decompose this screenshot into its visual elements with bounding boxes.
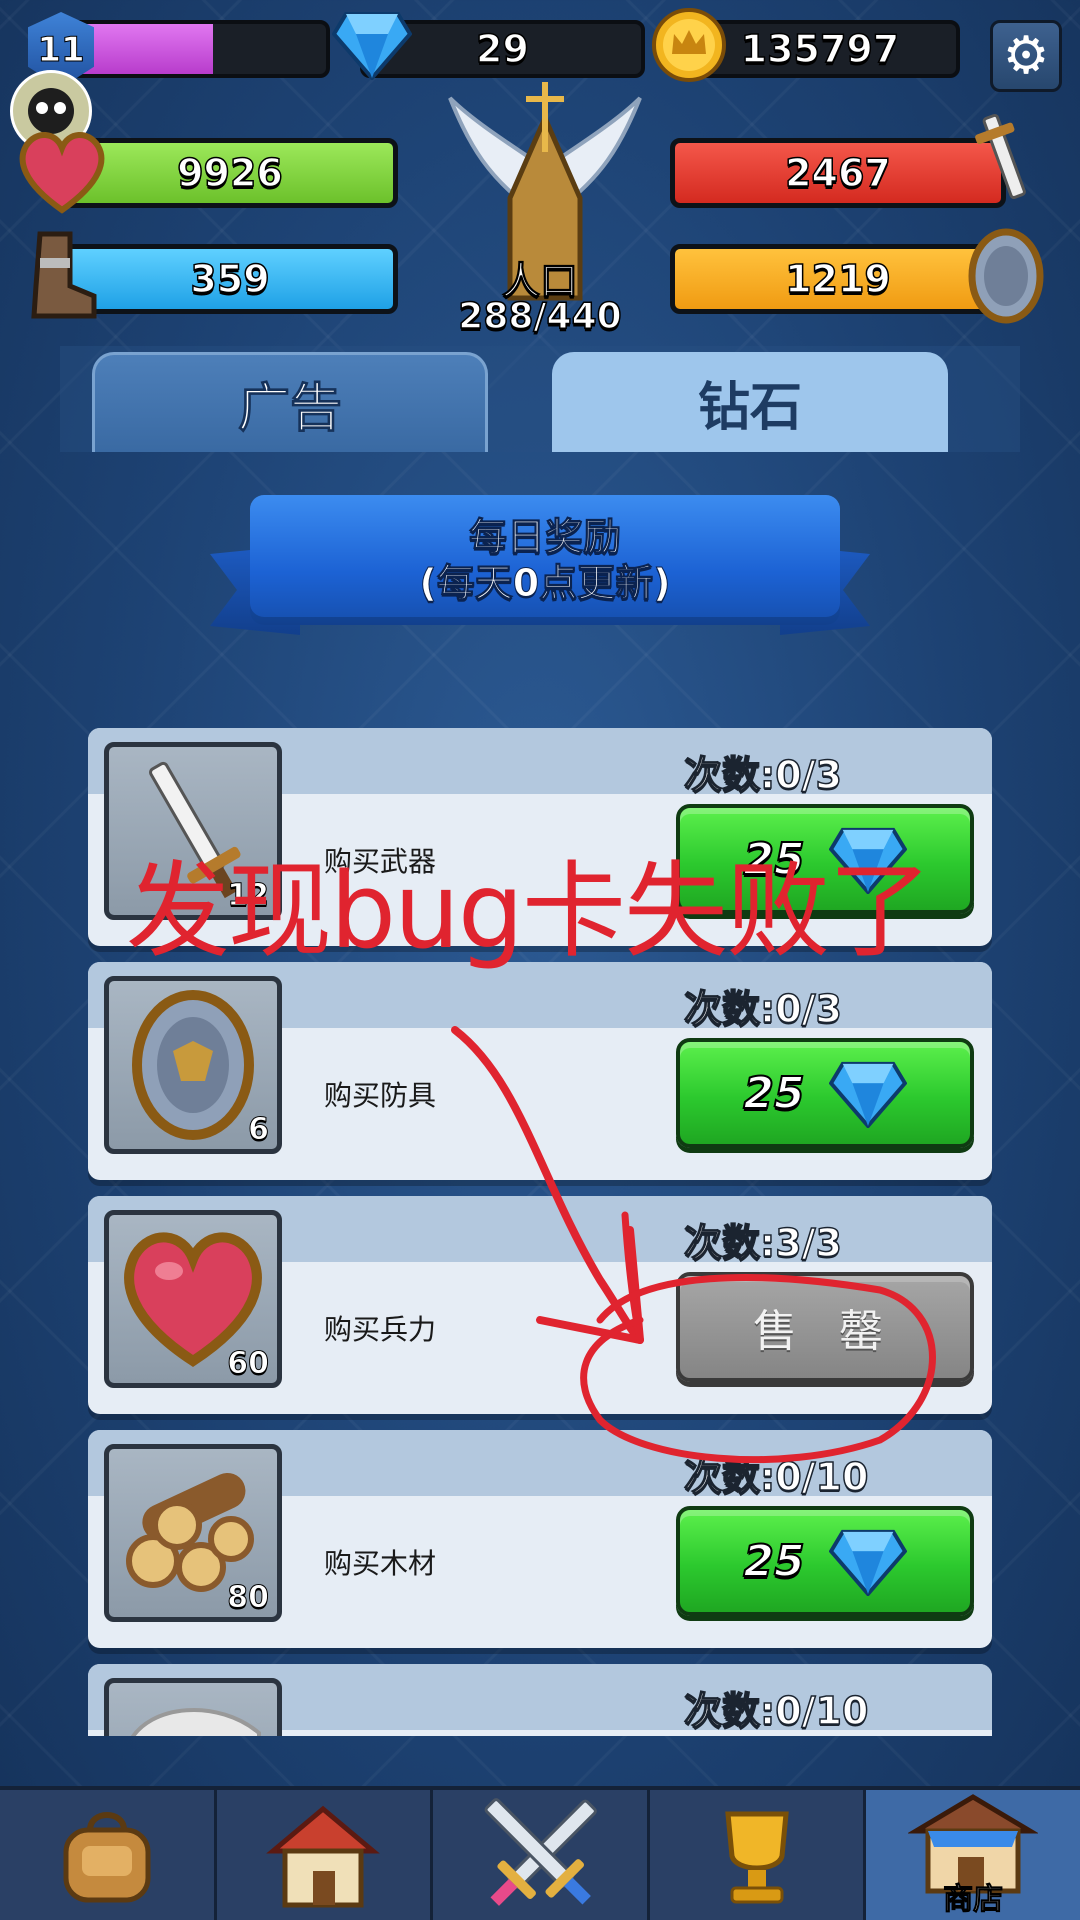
armor-purchase-count: 次数:0/3 bbox=[683, 986, 842, 1032]
sold-out-button[interactable]: 售 罄 bbox=[676, 1272, 974, 1382]
troops-purchase-count: 次数:3/3 bbox=[683, 1220, 842, 1266]
troops-name: 购买兵力 bbox=[324, 1313, 437, 1346]
troops-value: 359 bbox=[190, 256, 271, 302]
gold-crown-icon bbox=[652, 8, 726, 82]
xp-bar-fill bbox=[74, 24, 213, 74]
settings-button[interactable]: ⚙ bbox=[990, 20, 1062, 92]
stone-purchase-count: 次数:0/10 bbox=[683, 1688, 869, 1734]
gear-icon: ⚙ bbox=[1002, 26, 1050, 86]
banner-title: 每日奖励 bbox=[468, 515, 621, 560]
wood-purchase-count: 次数:0/10 bbox=[683, 1454, 869, 1500]
gem-icon bbox=[828, 1061, 907, 1128]
gem-icon bbox=[332, 12, 412, 80]
nav-buildings[interactable] bbox=[217, 1790, 434, 1920]
shop-row-wood: 80 购买木材 次数:0/10 25 bbox=[88, 1430, 992, 1648]
attack-bar: 2467 bbox=[670, 138, 1006, 208]
shield-icon bbox=[968, 228, 1044, 324]
xp-bar bbox=[70, 20, 330, 78]
troops-thumb-count: 60 bbox=[227, 1346, 270, 1382]
crossed-swords-icon bbox=[484, 1798, 597, 1906]
nav-battle[interactable] bbox=[433, 1790, 650, 1920]
defense-bar: 1219 bbox=[670, 244, 1006, 314]
level-value: 11 bbox=[37, 30, 85, 71]
gem-icon bbox=[828, 1529, 907, 1596]
gems-value: 29 bbox=[475, 26, 529, 72]
troops-bar: 359 bbox=[62, 244, 398, 314]
nav-rankings[interactable] bbox=[650, 1790, 867, 1920]
defense-value: 1219 bbox=[784, 256, 891, 302]
armor-thumb: 6 bbox=[104, 976, 282, 1154]
heart-icon bbox=[19, 132, 105, 214]
stone-thumb bbox=[104, 1678, 282, 1736]
house-icon bbox=[266, 1805, 381, 1908]
tab-diamonds-label: 钻石 bbox=[697, 377, 802, 438]
troops-thumb: 60 bbox=[104, 1210, 282, 1388]
shop-row-troops: 60 购买兵力 次数:3/3 售 罄 bbox=[88, 1196, 992, 1414]
buy-armor-button[interactable]: 25 bbox=[676, 1038, 974, 1148]
annotation-text: 发现bug卡失败了 bbox=[126, 850, 932, 972]
gold-value: 135797 bbox=[740, 26, 900, 72]
shop-row-stone: 次数:0/10 bbox=[88, 1664, 992, 1736]
wood-price: 25 bbox=[742, 1535, 805, 1588]
hp-value: 9926 bbox=[176, 150, 283, 196]
weapon-purchase-count: 次数:0/3 bbox=[683, 752, 842, 798]
stone-icon bbox=[131, 1708, 261, 1736]
armor-thumb-count: 6 bbox=[248, 1112, 270, 1148]
wood-name: 购买木材 bbox=[324, 1547, 437, 1580]
sold-out-label: 售 罄 bbox=[753, 1306, 897, 1357]
tab-ads-label: 广告 bbox=[237, 379, 342, 440]
sword-icon bbox=[975, 113, 1026, 199]
hp-bar: 9926 bbox=[62, 138, 398, 208]
nav-shop[interactable]: 商店 bbox=[866, 1790, 1080, 1920]
boot-icon bbox=[31, 231, 97, 319]
armor-name: 购买防具 bbox=[324, 1079, 437, 1112]
armor-price: 25 bbox=[742, 1067, 805, 1120]
wood-thumb-count: 80 bbox=[227, 1580, 270, 1616]
bottom-nav: 商店 bbox=[0, 1786, 1080, 1920]
backpack-icon bbox=[63, 1812, 151, 1903]
nav-inventory[interactable] bbox=[0, 1790, 217, 1920]
shop-row-armor: 6 购买防具 次数:0/3 25 bbox=[88, 962, 992, 1180]
attack-value: 2467 bbox=[784, 150, 891, 196]
daily-reward-banner: 每日奖励 (每天0点更新) bbox=[250, 495, 840, 625]
population-value: 288/440 bbox=[458, 295, 623, 338]
banner-subtitle: (每天0点更新) bbox=[419, 561, 671, 606]
wood-thumb: 80 bbox=[104, 1444, 282, 1622]
nav-shop-label: 商店 bbox=[943, 1882, 1004, 1918]
tab-ads[interactable]: 广告 bbox=[92, 352, 488, 452]
tab-diamonds[interactable]: 钻石 bbox=[552, 352, 948, 452]
buy-wood-button[interactable]: 25 bbox=[676, 1506, 974, 1616]
trophy-icon bbox=[724, 1811, 789, 1904]
